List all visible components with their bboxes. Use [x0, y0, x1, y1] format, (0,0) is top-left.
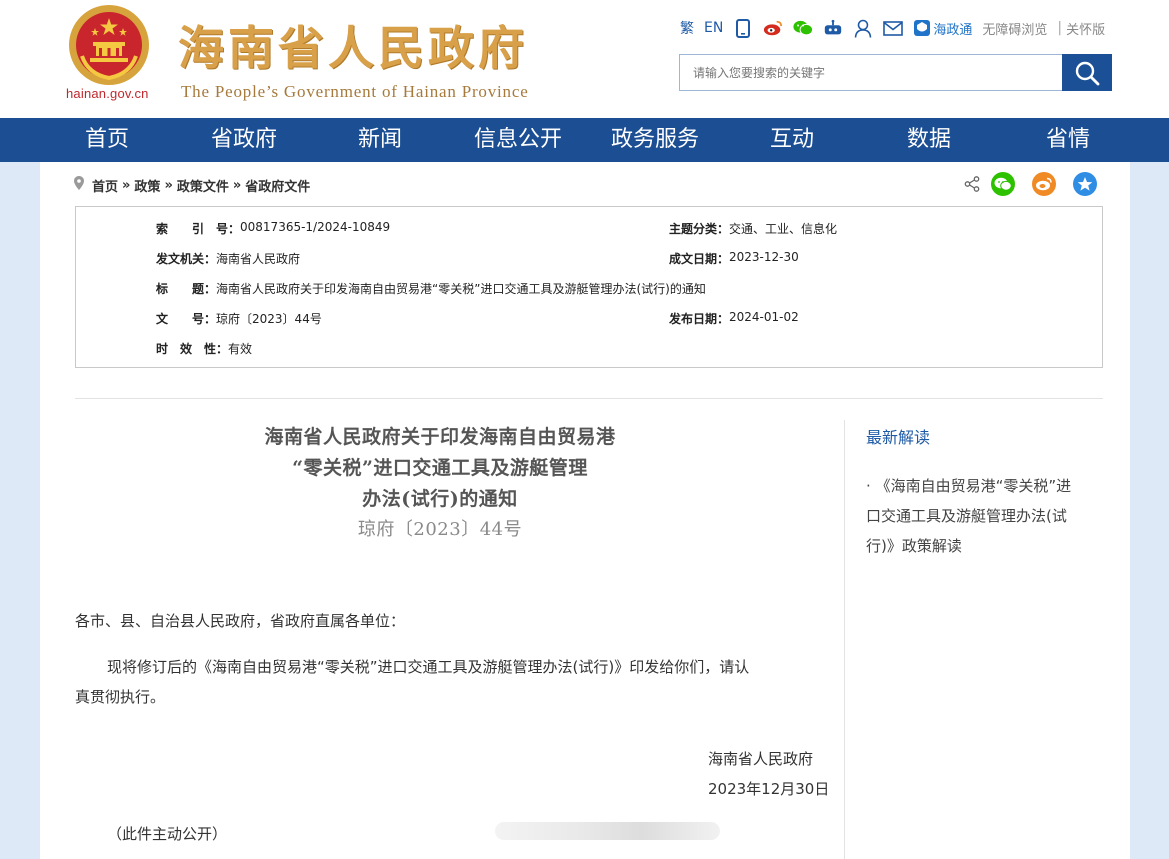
- document-title-line-3: 办法(试行)的通知: [362, 488, 518, 510]
- haizhengtong-label: 海政通: [933, 22, 973, 38]
- meta-row-title: 标 题： 海南省人民政府关于印发海南自由贸易港“零关税”进口交通工具及游艇管理办…: [156, 280, 706, 297]
- sidebar-link-bullet: ·: [866, 477, 871, 495]
- location-pin-icon: [74, 176, 84, 194]
- meta-validity-label: 时 效 性：: [156, 342, 229, 356]
- meta-row-published-date: 发布日期： 2024-01-02: [669, 310, 799, 327]
- elder-mode-link[interactable]: 关怀版: [1066, 19, 1105, 38]
- meta-title-label: 标 题：: [156, 282, 217, 296]
- meta-row-doc-number: 文 号： 琼府〔2023〕44号: [156, 310, 322, 327]
- mail-icon[interactable]: [883, 18, 904, 38]
- breadcrumb-provincial-documents[interactable]: 省政府文件: [245, 176, 310, 195]
- mobile-icon[interactable]: [733, 18, 753, 38]
- document-paragraph-line-2: 真贯彻执行。: [75, 688, 166, 706]
- meta-docno-label: 文 号：: [156, 312, 217, 326]
- haizhengtong-link[interactable]: 海政通: [913, 19, 972, 38]
- english-link[interactable]: EN: [704, 20, 723, 36]
- meta-written-value: 2023-12-30: [729, 250, 799, 264]
- meta-row-validity: 时 效 性： 有效: [156, 340, 252, 357]
- traditional-chinese-link[interactable]: 繁: [680, 18, 694, 38]
- meta-issuer-value: 海南省人民政府: [216, 252, 301, 266]
- meta-issuer-label: 发文机关：: [156, 252, 217, 266]
- toplink-separator: |: [1057, 20, 1063, 36]
- meta-index-label: 索 引 号：: [156, 222, 241, 236]
- sidebar-title: 最新解读: [866, 428, 931, 447]
- breadcrumb-policy-documents[interactable]: 政策文件: [177, 176, 229, 195]
- wechat-icon[interactable]: [793, 18, 814, 38]
- document-signature: 海南省人民政府: [708, 750, 814, 768]
- nav-provincial-government[interactable]: 省政府: [194, 118, 294, 162]
- meta-row-index: 索 引 号： 00817365-1/2024-10849: [156, 220, 390, 237]
- search-input[interactable]: [679, 54, 1062, 91]
- haizhengtong-icon: [914, 20, 931, 36]
- meta-written-label: 成文日期：: [669, 252, 730, 266]
- nav-province-overview[interactable]: 省情: [1023, 118, 1113, 162]
- sidebar-interpretation-link[interactable]: · 《海南自由贸易港“零关税”进 口交通工具及游艇管理办法(试 行)》政策解读: [866, 471, 1106, 561]
- vertical-divider: [844, 420, 845, 859]
- national-emblem-icon[interactable]: [68, 4, 150, 86]
- breadcrumb-policy[interactable]: 政策: [134, 176, 160, 195]
- document-metadata-table: 索 引 号： 00817365-1/2024-10849 主题分类： 交通、工业…: [75, 206, 1103, 368]
- robot-icon[interactable]: [823, 18, 843, 38]
- meta-validity-value: 有效: [228, 342, 253, 356]
- share-icon[interactable]: [962, 172, 982, 196]
- site-title-en: The People’s Government of Hainan Provin…: [181, 82, 529, 101]
- share-collect-icon[interactable]: [1073, 172, 1097, 196]
- search-icon: [1075, 61, 1100, 85]
- breadcrumb-home[interactable]: 首页: [92, 176, 118, 195]
- content-card: 首页 » 政策 » 政策文件 » 省政府文件 索 引 号： 00817365-1…: [40, 162, 1130, 859]
- meta-docno-value: 琼府〔2023〕44号: [216, 312, 322, 326]
- horizontal-divider: [75, 398, 1103, 399]
- weibo-icon[interactable]: [763, 18, 783, 38]
- meta-index-value: 00817365-1/2024-10849: [240, 220, 391, 234]
- nav-news[interactable]: 新闻: [335, 118, 425, 162]
- document-salutation: 各市、县、自治县人民政府，省政府直属各单位：: [75, 612, 406, 630]
- share-wechat-icon[interactable]: [991, 172, 1015, 196]
- sidebar-link-text-1: 《海南自由贸易港“零关税”进: [875, 477, 1072, 495]
- document-paragraph-line-1: 现将修订后的《海南自由贸易港“零关税”进口交通工具及游艇管理办法(试行)》印发给…: [107, 658, 750, 676]
- meta-published-label: 发布日期：: [669, 312, 730, 326]
- breadcrumb-separator: »: [232, 177, 242, 193]
- document-title-line-1: 海南省人民政府关于印发海南自由贸易港: [264, 426, 616, 448]
- nav-home[interactable]: 首页: [62, 118, 152, 162]
- document-number: 琼府〔2023〕44号: [357, 519, 523, 540]
- meta-row-written-date: 成文日期： 2023-12-30: [669, 250, 799, 267]
- breadcrumb: 首页 » 政策 » 政策文件 » 省政府文件: [74, 176, 310, 195]
- meta-row-issuer: 发文机关： 海南省人民政府: [156, 250, 300, 267]
- meta-category-label: 主题分类：: [669, 222, 730, 236]
- breadcrumb-separator: »: [164, 177, 173, 193]
- sidebar-link-line-1: · 《海南自由贸易港“零关税”进: [866, 471, 1106, 501]
- search-button[interactable]: [1062, 54, 1112, 91]
- user-icon[interactable]: [853, 18, 873, 38]
- share-weibo-icon[interactable]: [1032, 172, 1056, 196]
- document-date: 2023年12月30日: [708, 780, 830, 798]
- document-disclosure-note: （此件主动公开）: [107, 825, 228, 843]
- nav-information-disclosure[interactable]: 信息公开: [463, 118, 573, 162]
- sidebar-link-line-3: 行)》政策解读: [866, 537, 962, 555]
- meta-title-value: 海南省人民政府关于印发海南自由贸易港“零关税”进口交通工具及游艇管理办法(试行)…: [216, 282, 706, 296]
- breadcrumb-separator: »: [122, 177, 131, 193]
- meta-row-category: 主题分类： 交通、工业、信息化: [669, 220, 837, 237]
- faded-watermark-bar: [495, 822, 720, 840]
- site-header: hainan.gov.cn 海南省人民政府 The People’s Gover…: [0, 0, 1169, 118]
- site-domain: hainan.gov.cn: [66, 86, 149, 101]
- nav-data[interactable]: 数据: [884, 118, 974, 162]
- accessibility-link[interactable]: 无障碍浏览: [982, 19, 1047, 38]
- document-title-line-2: “零关税”进口交通工具及游艇管理: [292, 457, 588, 479]
- site-title-cn[interactable]: 海南省人民政府: [178, 12, 528, 78]
- sidebar-link-line-2: 口交通工具及游艇管理办法(试: [866, 507, 1067, 525]
- meta-published-value: 2024-01-02: [729, 310, 799, 324]
- main-nav: 首页 省政府 新闻 信息公开 政务服务 互动 数据 省情: [0, 118, 1169, 162]
- meta-category-value: 交通、工业、信息化: [729, 222, 838, 236]
- nav-interaction[interactable]: 互动: [747, 118, 837, 162]
- top-links: 繁 EN 海政通 无障碍浏览 | 关怀版: [680, 16, 1105, 40]
- nav-government-services[interactable]: 政务服务: [600, 118, 710, 162]
